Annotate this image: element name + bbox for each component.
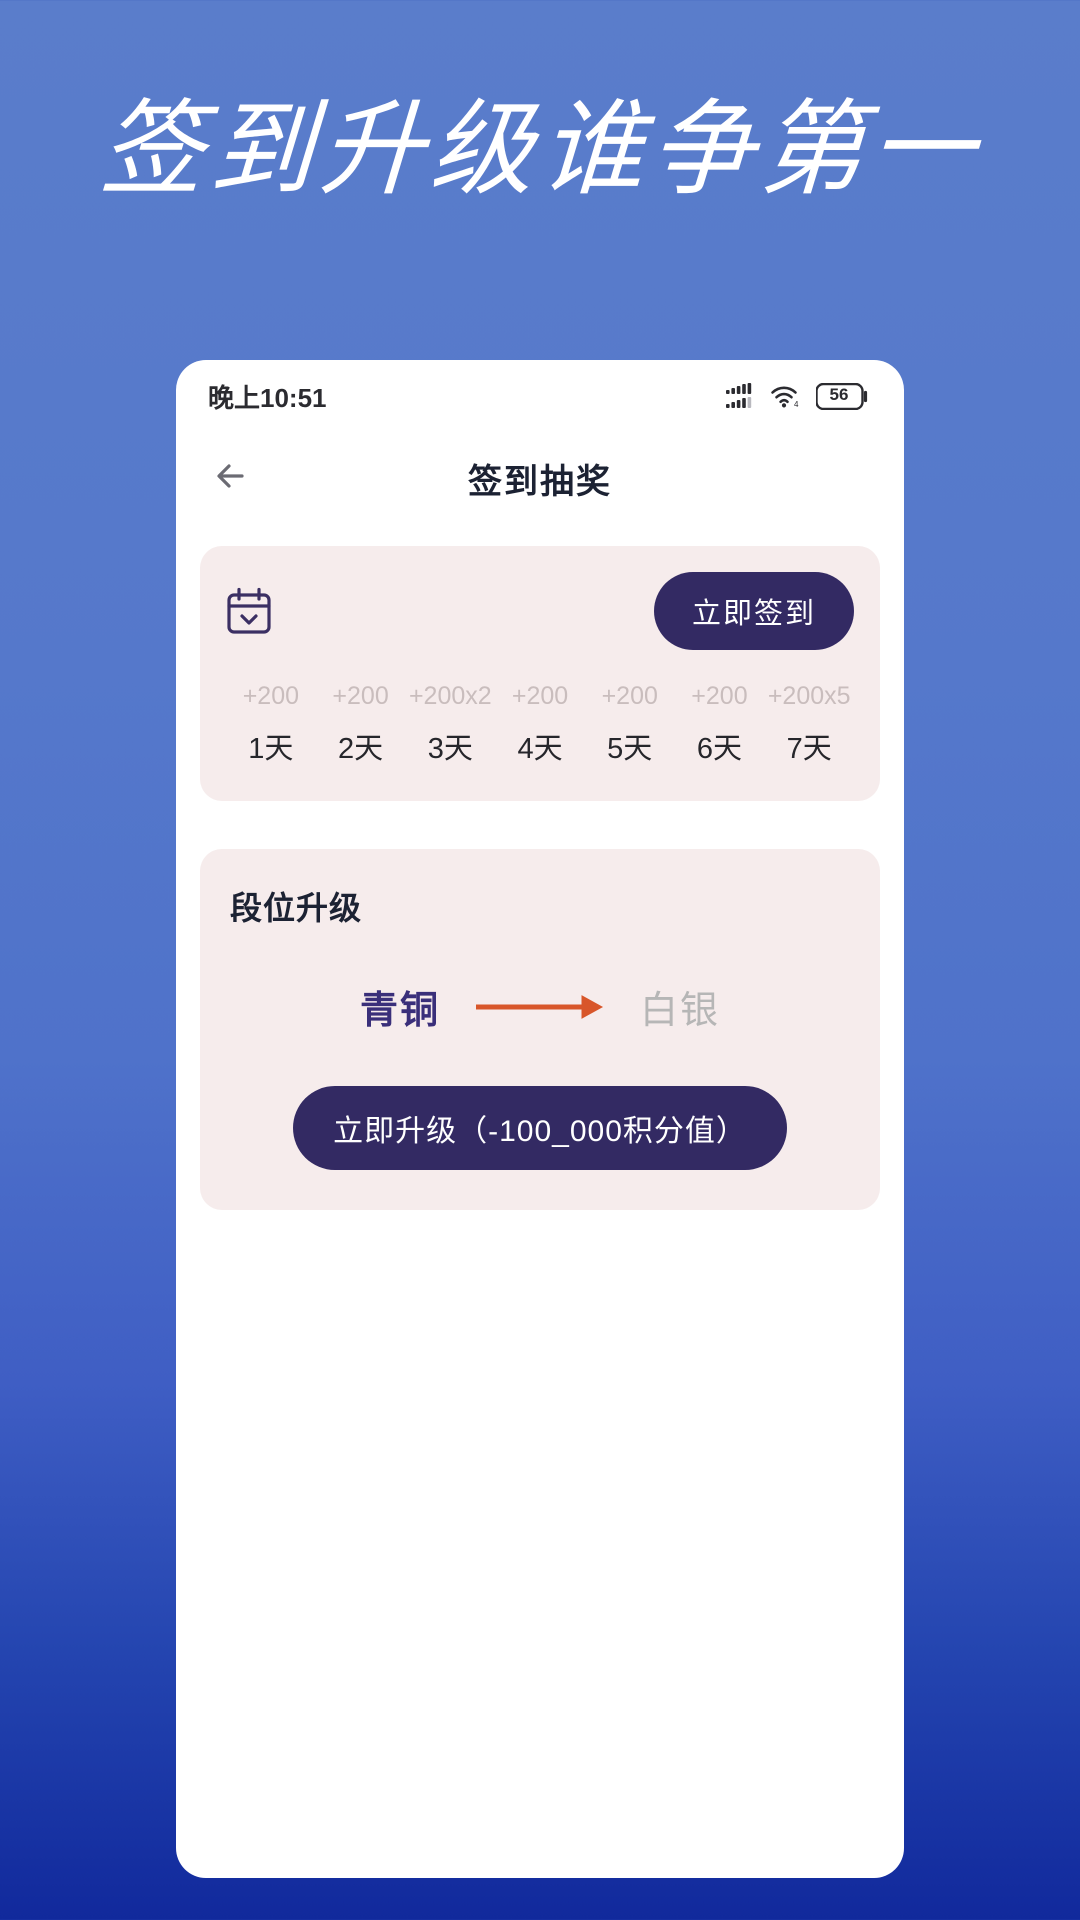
app-bar: 签到抽奖 bbox=[176, 432, 904, 524]
day-label: 4天 bbox=[517, 733, 563, 765]
checkin-day-item[interactable]: +200 5天 bbox=[585, 682, 675, 767]
status-bar-icons: 4 56 bbox=[726, 382, 870, 410]
checkin-card: 立即签到 +200 1天 +200 2天 +200x2 3天 +200 4天 +… bbox=[200, 546, 880, 801]
day-reward-label: +200 bbox=[601, 682, 658, 710]
rank-upgrade-card: 段位升级 青铜 白银 立即升级（-100_000积分值） bbox=[200, 849, 880, 1210]
rank-transition-row: 青铜 白银 bbox=[230, 979, 850, 1034]
day-label: 5天 bbox=[607, 733, 653, 765]
upgrade-now-button[interactable]: 立即升级（-100_000积分值） bbox=[293, 1086, 787, 1170]
checkin-day-item[interactable]: +200 1天 bbox=[226, 682, 316, 767]
day-reward-label: +200x2 bbox=[408, 682, 492, 710]
day-label: 3天 bbox=[427, 733, 473, 765]
checkin-day-item[interactable]: +200x2 3天 bbox=[405, 682, 495, 767]
day-label: 7天 bbox=[786, 733, 832, 765]
calendar-check-icon bbox=[226, 587, 272, 635]
day-reward-label: +200 bbox=[242, 682, 300, 710]
day-label: 6天 bbox=[696, 733, 743, 765]
signal-icon bbox=[726, 383, 756, 409]
phone-mockup: 晚上10:51 4 56 签到抽奖 立即签到 +200 1天 +200 2天 +… bbox=[176, 360, 904, 1878]
svg-text:4: 4 bbox=[794, 400, 799, 409]
main-content: 立即签到 +200 1天 +200 2天 +200x2 3天 +200 4天 +… bbox=[176, 524, 904, 1878]
day-label: 2天 bbox=[338, 733, 384, 765]
checkin-days-row: +200 1天 +200 2天 +200x2 3天 +200 4天 +200 5… bbox=[226, 682, 854, 767]
checkin-card-header: 立即签到 bbox=[226, 572, 854, 650]
upgrade-button-wrap: 立即升级（-100_000积分值） bbox=[230, 1086, 850, 1170]
checkin-day-item[interactable]: +200 6天 bbox=[675, 682, 765, 767]
day-reward-label: +200 bbox=[332, 682, 389, 710]
page-title: 签到升级谁争第一 bbox=[96, 88, 984, 210]
rank-card-title: 段位升级 bbox=[230, 890, 363, 926]
checkin-day-item[interactable]: +200x5 7天 bbox=[764, 682, 854, 767]
checkin-day-item[interactable]: +200 4天 bbox=[495, 682, 585, 767]
app-bar-title: 签到抽奖 bbox=[468, 462, 612, 501]
back-button[interactable] bbox=[200, 446, 264, 510]
status-bar: 晚上10:51 4 56 bbox=[176, 360, 904, 432]
checkin-now-button[interactable]: 立即签到 bbox=[653, 572, 854, 650]
battery-level-text: 56 bbox=[829, 385, 849, 404]
day-reward-label: +200x5 bbox=[767, 682, 851, 710]
battery-icon: 56 bbox=[816, 382, 870, 410]
day-label: 1天 bbox=[248, 733, 294, 765]
day-reward-label: +200 bbox=[691, 682, 748, 710]
status-bar-time: 晚上10:51 bbox=[208, 382, 327, 413]
arrow-right-icon bbox=[474, 990, 606, 1024]
day-reward-label: +200 bbox=[511, 682, 569, 710]
checkin-day-item[interactable]: +200 2天 bbox=[316, 682, 406, 767]
current-tier-label: 青铜 bbox=[359, 990, 440, 1032]
next-tier-label: 白银 bbox=[640, 990, 721, 1032]
arrow-left-icon bbox=[208, 452, 256, 505]
wifi-icon: 4 bbox=[770, 383, 802, 409]
